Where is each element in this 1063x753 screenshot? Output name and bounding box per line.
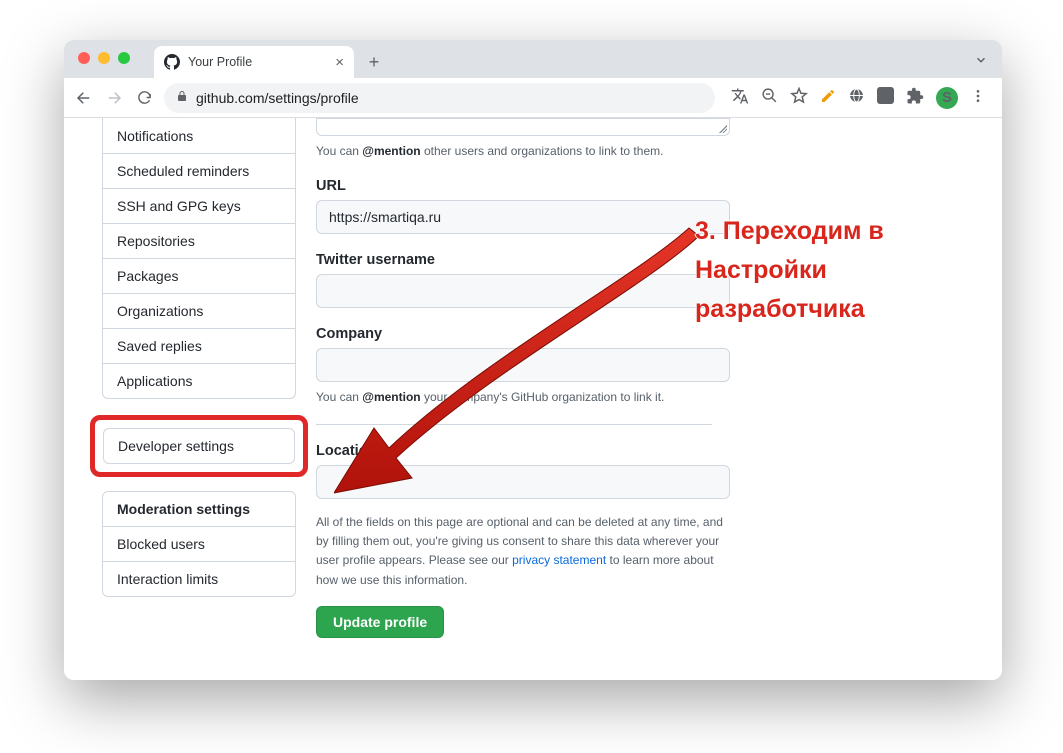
bio-textarea[interactable] bbox=[316, 118, 730, 136]
company-label: Company bbox=[316, 326, 712, 342]
update-profile-button[interactable]: Update profile bbox=[316, 606, 444, 638]
profile-avatar[interactable]: S bbox=[936, 87, 958, 109]
url-text: github.com/settings/profile bbox=[196, 90, 359, 106]
twitter-input[interactable] bbox=[316, 274, 730, 308]
new-tab-button[interactable]: + bbox=[360, 48, 388, 76]
sidebar-item-saved-replies[interactable]: Saved replies bbox=[103, 329, 295, 364]
maximize-window-button[interactable] bbox=[118, 52, 130, 64]
settings-sidebar: Notifications Scheduled reminders SSH an… bbox=[102, 118, 296, 680]
sidebar-item-ssh-gpg-keys[interactable]: SSH and GPG keys bbox=[103, 189, 295, 224]
pencil-icon[interactable] bbox=[820, 88, 836, 108]
sidebar-item-interaction-limits[interactable]: Interaction limits bbox=[103, 562, 295, 596]
minimize-window-button[interactable] bbox=[98, 52, 110, 64]
sidebar-item-organizations[interactable]: Organizations bbox=[103, 294, 295, 329]
profile-form: You can @mention other users and organiz… bbox=[296, 118, 736, 680]
tabs-chevron-icon[interactable] bbox=[974, 53, 988, 72]
location-input[interactable] bbox=[316, 465, 730, 499]
tab-title: Your Profile bbox=[188, 55, 252, 69]
browser-toolbar: github.com/settings/profile S bbox=[64, 78, 1002, 118]
window-controls bbox=[78, 52, 130, 64]
bio-hint: You can @mention other users and organiz… bbox=[316, 142, 712, 160]
sidebar-item-repositories[interactable]: Repositories bbox=[103, 224, 295, 259]
sidebar-item-scheduled-reminders[interactable]: Scheduled reminders bbox=[103, 154, 295, 189]
sidebar-header-moderation: Moderation settings bbox=[103, 492, 295, 527]
translate-icon[interactable] bbox=[731, 87, 749, 109]
forward-button[interactable] bbox=[104, 89, 124, 107]
browser-window: Your Profile × + github.com/settings/pro… bbox=[64, 40, 1002, 680]
extension-box-icon[interactable] bbox=[877, 87, 894, 108]
sidebar-item-blocked-users[interactable]: Blocked users bbox=[103, 527, 295, 562]
browser-tab[interactable]: Your Profile × bbox=[154, 46, 354, 78]
back-button[interactable] bbox=[74, 89, 94, 107]
sidebar-item-applications[interactable]: Applications bbox=[103, 364, 295, 398]
github-icon bbox=[164, 54, 180, 70]
divider bbox=[316, 424, 712, 425]
zoom-icon[interactable] bbox=[761, 87, 778, 108]
kebab-menu-icon[interactable] bbox=[970, 88, 986, 108]
disclosure-text: All of the fields on this page are optio… bbox=[316, 513, 730, 590]
sidebar-item-packages[interactable]: Packages bbox=[103, 259, 295, 294]
page-content: Notifications Scheduled reminders SSH an… bbox=[64, 118, 1002, 680]
sidebar-group-moderation: Moderation settings Blocked users Intera… bbox=[102, 491, 296, 597]
url-input[interactable] bbox=[316, 200, 730, 234]
globe-icon[interactable] bbox=[848, 87, 865, 108]
twitter-label: Twitter username bbox=[316, 252, 712, 268]
titlebar: Your Profile × + bbox=[64, 40, 1002, 78]
lock-icon bbox=[176, 89, 188, 106]
company-input[interactable] bbox=[316, 348, 730, 382]
sidebar-item-notifications[interactable]: Notifications bbox=[103, 118, 295, 154]
privacy-statement-link[interactable]: privacy statement bbox=[512, 553, 606, 567]
puzzle-icon[interactable] bbox=[906, 87, 924, 109]
close-window-button[interactable] bbox=[78, 52, 90, 64]
url-label: URL bbox=[316, 178, 712, 194]
close-tab-icon[interactable]: × bbox=[335, 54, 344, 71]
sidebar-group-main: Notifications Scheduled reminders SSH an… bbox=[102, 118, 296, 399]
annotation-highlight-box: Developer settings bbox=[90, 415, 308, 477]
sidebar-item-developer-settings[interactable]: Developer settings bbox=[104, 429, 294, 463]
company-hint: You can @mention your company's GitHub o… bbox=[316, 388, 712, 406]
sidebar-group-developer: Developer settings bbox=[103, 428, 295, 464]
star-icon[interactable] bbox=[790, 87, 808, 109]
location-label: Location bbox=[316, 443, 712, 459]
toolbar-actions: S bbox=[725, 87, 992, 109]
reload-button[interactable] bbox=[134, 89, 154, 106]
address-bar[interactable]: github.com/settings/profile bbox=[164, 83, 715, 113]
